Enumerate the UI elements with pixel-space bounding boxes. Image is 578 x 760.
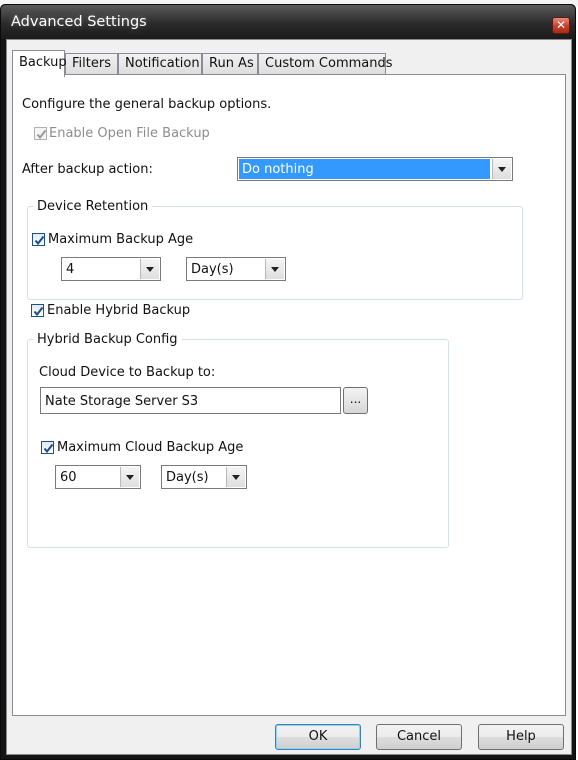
chevron-down-icon[interactable] xyxy=(140,259,159,279)
backup-tab-panel: Configure the general backup options. En… xyxy=(12,74,566,716)
cloud-age-unit: Day(s) xyxy=(166,470,209,485)
after-backup-action-value: Do nothing xyxy=(242,162,314,177)
checkmark-icon xyxy=(36,129,47,140)
browse-cloud-device-button[interactable]: ... xyxy=(343,387,368,414)
close-icon: ✕ xyxy=(555,18,567,32)
open-file-backup-checkbox[interactable] xyxy=(34,127,47,140)
device-retention-group xyxy=(27,206,523,300)
tab-filters[interactable]: Filters xyxy=(65,53,118,75)
help-button[interactable]: Help xyxy=(478,724,564,750)
cloud-device-label: Cloud Device to Backup to: xyxy=(39,365,216,380)
close-button[interactable]: ✕ xyxy=(552,17,570,34)
max-cloud-backup-age-label: Maximum Cloud Backup Age xyxy=(57,440,244,455)
cloud-device-value: Nate Storage Server S3 xyxy=(45,394,199,409)
chevron-down-icon[interactable] xyxy=(265,259,284,279)
after-backup-action-label: After backup action: xyxy=(22,162,153,177)
ok-button[interactable]: OK xyxy=(275,724,361,750)
advanced-settings-window: Advanced Settings ✕ Backup Filters Notif… xyxy=(0,4,576,760)
chevron-down-icon[interactable] xyxy=(120,467,139,487)
tab-custom-commands[interactable]: Custom Commands xyxy=(258,53,393,75)
open-file-backup-label: Enable Open File Backup xyxy=(49,126,210,141)
dialog-client-area: Backup Filters Notification Run As Custo… xyxy=(6,39,572,755)
chevron-down-icon[interactable] xyxy=(226,467,245,487)
backup-age-value-select[interactable]: 4 xyxy=(61,257,161,281)
max-backup-age-label: Maximum Backup Age xyxy=(48,232,194,247)
hybrid-backup-config-title: Hybrid Backup Config xyxy=(33,332,182,347)
title-bar[interactable]: Advanced Settings ✕ xyxy=(1,5,575,39)
device-retention-title: Device Retention xyxy=(33,199,153,214)
tab-run-as[interactable]: Run As xyxy=(202,53,258,75)
cloud-age-value-select[interactable]: 60 xyxy=(55,465,141,489)
chevron-down-icon[interactable] xyxy=(492,159,511,179)
backup-age-unit: Day(s) xyxy=(191,262,234,277)
tab-backup[interactable]: Backup xyxy=(12,50,67,77)
checkmark-icon xyxy=(33,306,44,317)
cloud-device-field[interactable]: Nate Storage Server S3 xyxy=(40,387,341,414)
hybrid-backup-label: Enable Hybrid Backup xyxy=(47,303,191,318)
checkmark-icon xyxy=(34,235,45,246)
max-backup-age-checkbox[interactable] xyxy=(32,233,45,246)
tab-notification[interactable]: Notification xyxy=(118,53,202,75)
cancel-button[interactable]: Cancel xyxy=(376,724,462,750)
dialog-body: Backup Filters Notification Run As Custo… xyxy=(7,40,571,754)
checkmark-icon xyxy=(43,443,54,454)
cloud-age-unit-select[interactable]: Day(s) xyxy=(161,465,247,489)
intro-text: Configure the general backup options. xyxy=(22,97,272,112)
backup-age-value: 4 xyxy=(66,262,75,277)
ellipsis-icon: ... xyxy=(349,392,362,406)
backup-age-unit-select[interactable]: Day(s) xyxy=(186,257,286,281)
hybrid-backup-checkbox[interactable] xyxy=(31,304,44,317)
max-cloud-backup-age-checkbox[interactable] xyxy=(41,441,54,454)
window-title: Advanced Settings xyxy=(11,14,147,30)
after-backup-action-select[interactable]: Do nothing xyxy=(237,157,513,181)
cloud-age-value: 60 xyxy=(60,470,77,485)
